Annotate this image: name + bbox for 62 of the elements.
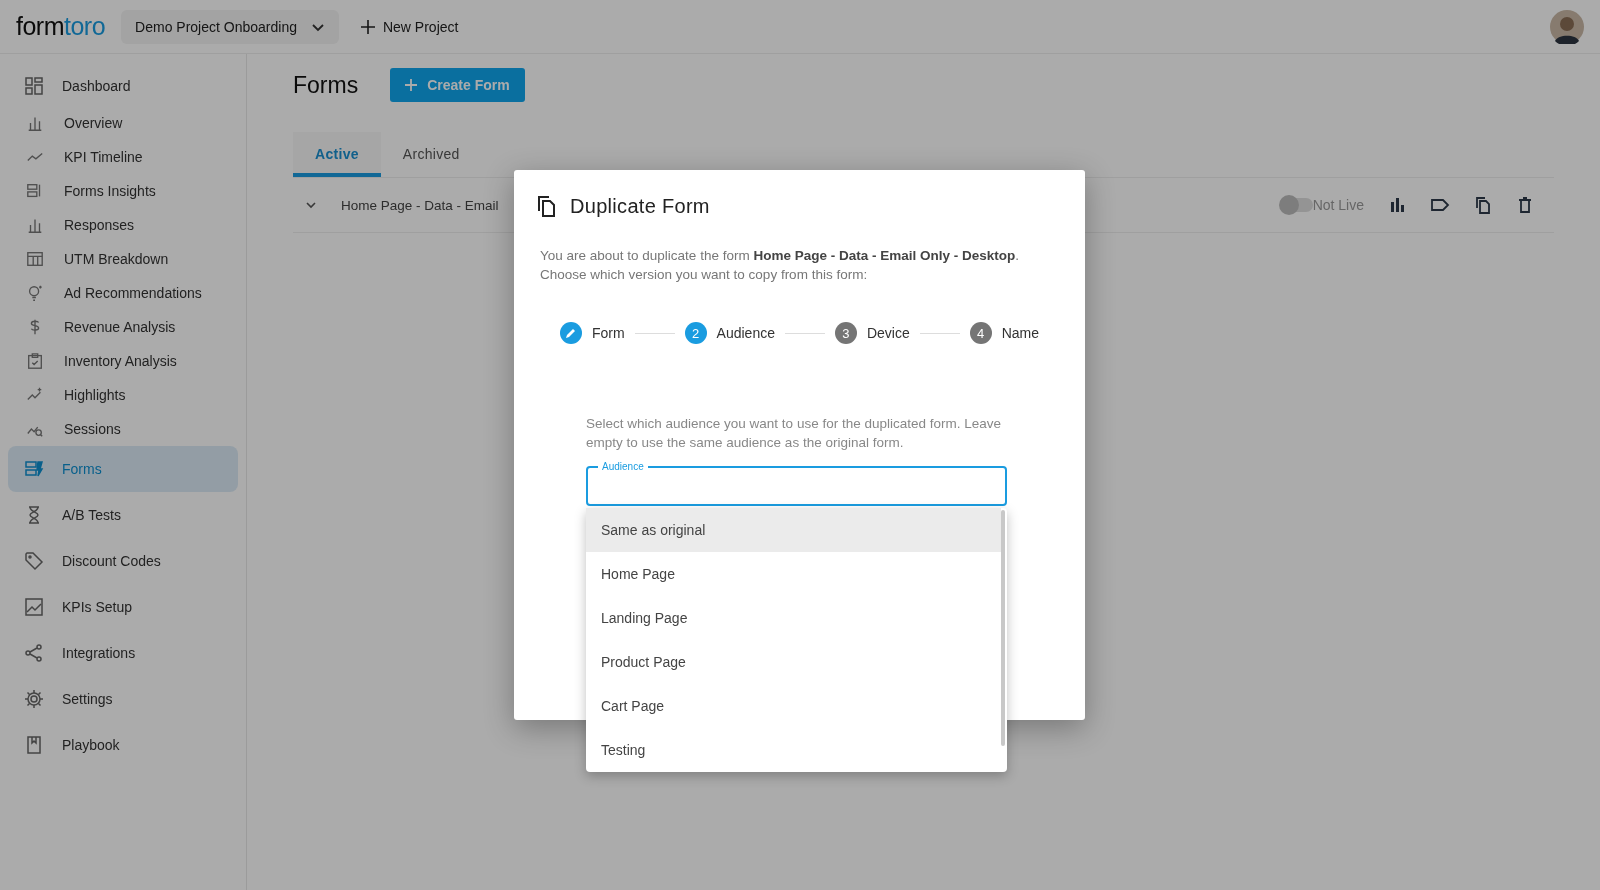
sidebar-item[interactable]: UTM Breakdown xyxy=(8,242,238,276)
plus-icon xyxy=(360,19,375,34)
avatar[interactable] xyxy=(1550,9,1584,44)
tag-icon xyxy=(24,551,44,571)
copy-icon xyxy=(536,194,558,218)
form-name: Home Page - Data - Email xyxy=(341,197,499,213)
dialog-title: Duplicate Form xyxy=(570,194,710,218)
sidebar-item[interactable]: A/B Tests xyxy=(8,492,238,538)
chart-frame-icon xyxy=(24,597,44,617)
sidebar-item[interactable]: Integrations xyxy=(8,630,238,676)
dropdown-option[interactable]: Product Page xyxy=(586,640,1001,684)
step: 2 Audience xyxy=(684,322,775,344)
step-number: 4 xyxy=(969,322,992,344)
lightbulb-icon xyxy=(26,284,44,302)
bar-chart-icon[interactable] xyxy=(1388,196,1406,214)
clipboard-icon xyxy=(26,352,44,370)
sidebar-item[interactable]: Ad Recommendations xyxy=(8,276,238,310)
sidebar-item[interactable]: Settings xyxy=(8,676,238,722)
sidebar-item[interactable]: Responses xyxy=(8,208,238,242)
page-title: Forms xyxy=(293,71,359,99)
tab[interactable]: Archived xyxy=(380,132,482,177)
new-project-button[interactable]: New Project xyxy=(354,17,465,36)
grid-icon xyxy=(24,76,44,96)
project-dropdown[interactable]: Demo Project Onboarding xyxy=(121,9,339,44)
sidebar-item[interactable]: Sessions xyxy=(8,412,238,446)
logo: formtoro xyxy=(16,12,106,41)
table-icon xyxy=(26,250,44,268)
step: 4 Name xyxy=(969,322,1039,344)
sidebar-item[interactable]: KPIs Setup xyxy=(8,584,238,630)
dropdown-option[interactable]: Home Page xyxy=(586,552,1001,596)
sidebar-item[interactable]: KPI Timeline xyxy=(8,140,238,174)
copy-icon[interactable] xyxy=(1474,196,1492,214)
chevron-down-icon[interactable] xyxy=(305,199,317,211)
sidebar-item[interactable]: Revenue Analysis xyxy=(8,310,238,344)
sidebar-item[interactable]: Forms Insights xyxy=(8,174,238,208)
settings-icon xyxy=(24,689,44,709)
help-text: Select which audience you want to use for the duplicated form. Leave empty to use the same audience as the original form. xyxy=(586,415,1002,452)
dropdown-option[interactable]: Cart Page xyxy=(586,684,1001,728)
forms-icon xyxy=(24,459,44,479)
step-number: 3 xyxy=(834,322,857,344)
sidebar-item[interactable]: Highlights xyxy=(8,378,238,412)
sidebar-item[interactable]: Overview xyxy=(8,106,238,140)
tag-icon[interactable] xyxy=(1430,196,1450,214)
sidebar-item[interactable]: Discount Codes xyxy=(8,538,238,584)
plus-icon xyxy=(405,79,418,91)
dropdown-option[interactable]: Testing xyxy=(586,728,1001,772)
share-icon xyxy=(24,643,44,663)
step: Form xyxy=(560,322,625,344)
dropdown-option[interactable]: Landing Page xyxy=(586,596,1001,640)
sidebar-item[interactable]: Playbook xyxy=(8,722,238,768)
book-icon xyxy=(24,735,44,755)
dialog-description: You are about to duplicate the form Home Page - Data - Email Only - Desktop. Choose which version you want to copy from this form: xyxy=(540,247,1020,284)
step-number: 2 xyxy=(684,322,707,344)
trash-icon[interactable] xyxy=(1516,196,1534,214)
status-label: Not Live xyxy=(1312,197,1364,213)
step: 3 Device xyxy=(834,322,910,344)
sidebar-item[interactable]: Inventory Analysis xyxy=(8,344,238,378)
sidebar-item[interactable]: Dashboard xyxy=(8,66,238,106)
pencil-icon xyxy=(565,327,577,339)
live-toggle[interactable] xyxy=(1280,198,1313,212)
dropdown-option[interactable]: Same as original xyxy=(586,508,1001,552)
scrollbar[interactable] xyxy=(1001,510,1005,746)
